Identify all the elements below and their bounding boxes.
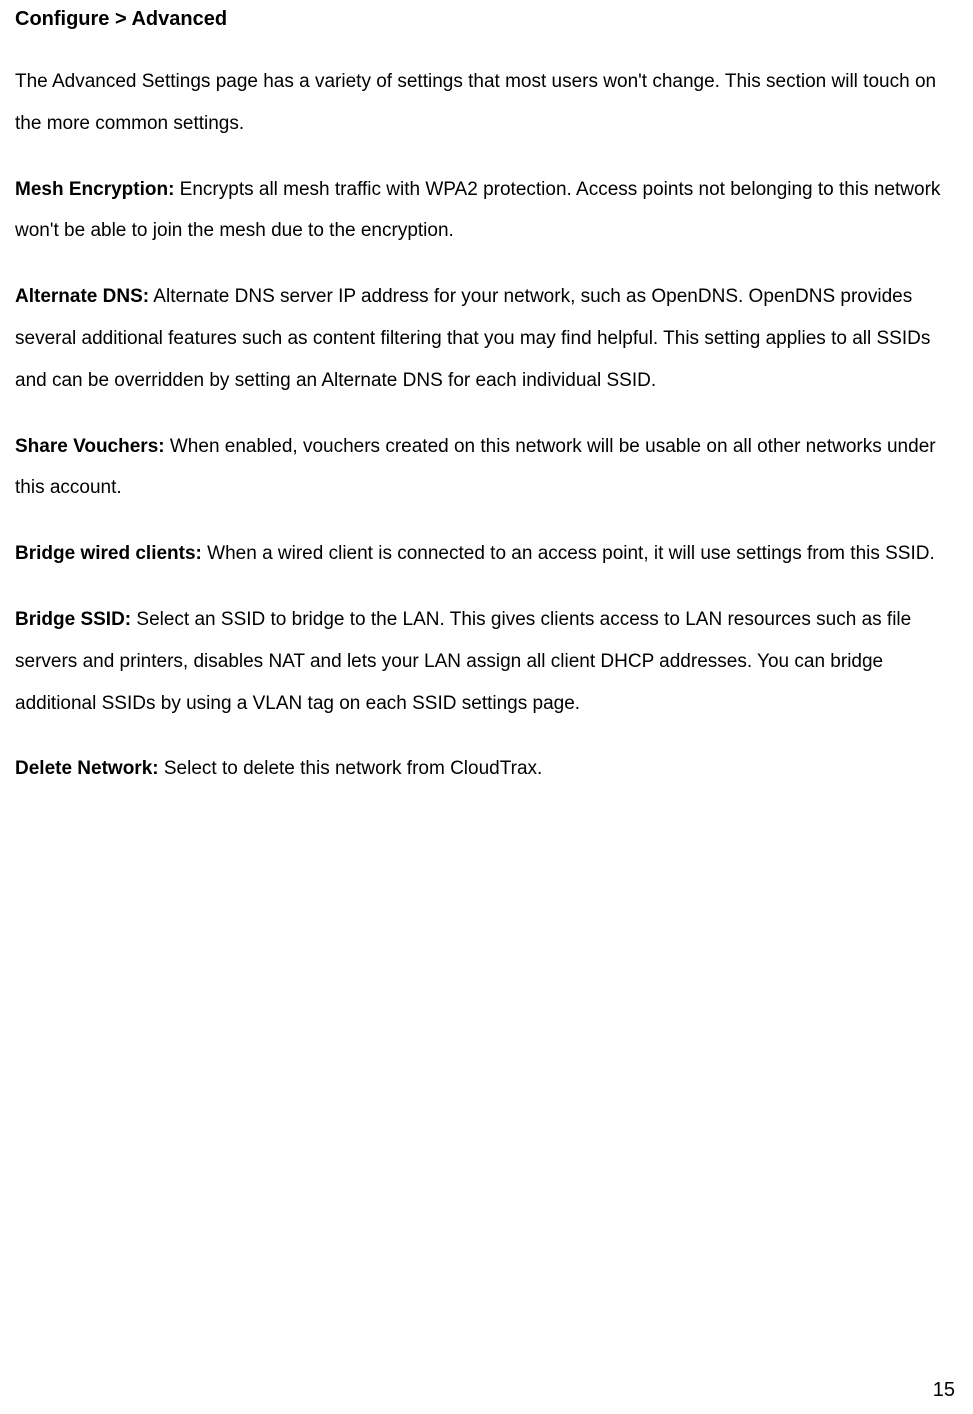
setting-item-alternate-dns: Alternate DNS: Alternate DNS server IP a…: [15, 276, 958, 401]
document-page: Configure > Advanced The Advanced Settin…: [0, 0, 973, 790]
intro-paragraph: The Advanced Settings page has a variety…: [15, 61, 958, 145]
setting-description: Alternate DNS server IP address for your…: [15, 286, 930, 391]
setting-description: When a wired client is connected to an a…: [202, 543, 935, 564]
setting-description: Select to delete this network from Cloud…: [159, 758, 543, 779]
setting-item-bridge-ssid: Bridge SSID: Select an SSID to bridge to…: [15, 599, 958, 724]
setting-item-delete-network: Delete Network: Select to delete this ne…: [15, 748, 958, 790]
setting-item-mesh-encryption: Mesh Encryption: Encrypts all mesh traff…: [15, 169, 958, 253]
setting-label: Alternate DNS:: [15, 286, 149, 307]
setting-label: Share Vouchers:: [15, 436, 165, 457]
setting-label: Delete Network:: [15, 758, 159, 779]
page-heading: Configure > Advanced: [15, 8, 958, 31]
setting-item-bridge-wired-clients: Bridge wired clients: When a wired clien…: [15, 533, 958, 575]
setting-item-share-vouchers: Share Vouchers: When enabled, vouchers c…: [15, 426, 958, 510]
setting-description: Select an SSID to bridge to the LAN. Thi…: [15, 609, 911, 714]
setting-label: Bridge SSID:: [15, 609, 131, 630]
setting-label: Bridge wired clients:: [15, 543, 202, 564]
page-number: 15: [933, 1379, 955, 1402]
setting-label: Mesh Encryption:: [15, 179, 174, 200]
